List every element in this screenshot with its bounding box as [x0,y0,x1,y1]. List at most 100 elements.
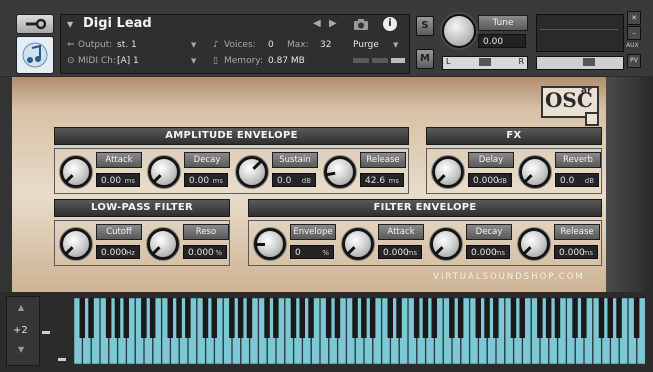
fenv-param-value[interactable]: 0% [290,245,334,259]
black-key[interactable] [431,298,438,338]
black-key[interactable] [361,298,367,338]
black-key[interactable] [387,298,394,338]
close-icon[interactable]: ✕ [627,11,641,25]
fx-param-value[interactable]: 0.0 dB [555,173,599,187]
black-key[interactable] [616,298,622,338]
aux-label[interactable]: AUX [626,42,639,49]
black-key[interactable] [114,298,121,338]
black-key[interactable] [264,298,270,338]
mod-wheel-marker[interactable] [58,358,66,361]
black-key[interactable] [299,298,306,338]
black-key[interactable] [510,298,517,338]
pv-button[interactable]: PV [627,54,641,68]
black-key[interactable] [475,298,482,338]
black-key[interactable] [581,298,587,338]
camera-icon[interactable] [353,18,369,31]
black-key[interactable] [185,298,191,338]
pan-handle[interactable] [479,58,491,66]
volume-slider[interactable] [536,56,624,70]
black-key[interactable] [519,298,526,338]
black-key[interactable] [149,298,156,338]
next-instrument-icon[interactable]: ▶ [329,18,337,29]
output-dropdown-icon[interactable]: ▼ [191,41,196,49]
black-key[interactable] [141,298,147,338]
midi-channel-value[interactable]: [A] 1 [117,56,139,66]
black-key[interactable] [290,298,297,338]
fx-reverb-knob[interactable] [519,156,551,188]
black-key[interactable] [105,298,112,338]
black-key[interactable] [369,298,376,338]
instrument-name[interactable]: Digi Lead [83,16,152,31]
black-key[interactable] [202,298,209,338]
fenv-release-knob[interactable] [518,228,550,260]
settings-wrench-button[interactable] [16,14,54,34]
black-key[interactable] [273,298,279,338]
amp-param-value[interactable]: 0.00 ms [96,173,140,187]
black-key[interactable] [308,298,314,338]
black-key[interactable] [545,298,552,338]
black-key[interactable] [484,298,490,338]
octave-up-icon[interactable]: ▲ [18,303,24,312]
max-voices-value[interactable]: 32 [320,40,331,50]
fx-param-value[interactable]: 0.000 dB [468,173,512,187]
amp-decay-knob[interactable] [148,156,180,188]
fx-delay-knob[interactable] [432,156,464,188]
output-value[interactable]: st. 1 [117,40,137,50]
tune-knob[interactable] [442,14,476,48]
amp-sustain-knob[interactable] [236,156,268,188]
tune-value[interactable]: 0.00 [478,34,526,48]
black-key[interactable] [88,298,94,338]
purge-dropdown-icon[interactable]: ▼ [393,41,398,49]
black-key[interactable] [554,298,561,338]
pitch-wheel-marker[interactable] [42,331,50,334]
black-key[interactable] [176,298,182,338]
fenv-param-value[interactable]: 0.000 ms [466,245,510,259]
black-key[interactable] [352,298,358,338]
amp-param-value[interactable]: 0.00 ms [184,173,228,187]
collapse-arrow-icon[interactable]: ▼ [67,20,73,29]
black-key[interactable] [537,298,543,338]
black-key[interactable] [633,298,640,338]
lpf-reso-knob[interactable] [147,228,179,260]
fenv-param-value[interactable]: 0.000 ms [378,245,422,259]
minimize-icon[interactable]: – [627,26,641,40]
black-key[interactable] [237,298,244,338]
black-key[interactable] [493,298,499,338]
black-key[interactable] [229,298,235,338]
midi-dropdown-icon[interactable]: ▼ [191,57,196,65]
amp-release-knob[interactable] [324,156,356,188]
solo-button[interactable]: S [416,16,434,36]
amp-attack-knob[interactable] [60,156,92,188]
black-key[interactable] [422,298,429,338]
mute-button[interactable]: M [416,49,434,69]
black-key[interactable] [79,298,86,338]
black-key[interactable] [167,298,174,338]
black-key[interactable] [325,298,332,338]
black-key[interactable] [123,298,130,338]
instrument-logo[interactable] [16,36,54,74]
fenv-envelope-knob[interactable] [254,228,286,260]
purge-button[interactable]: Purge [353,40,379,50]
prev-instrument-icon[interactable]: ◀ [313,18,321,29]
black-key[interactable] [413,298,420,338]
octave-down-icon[interactable]: ▼ [18,345,24,354]
black-key[interactable] [572,298,578,338]
website-url[interactable]: VIRTUALSOUNDSHOP.COM [433,272,585,282]
info-icon[interactable]: i [383,17,397,31]
black-key[interactable] [246,298,253,338]
pan-slider[interactable]: L R [442,56,528,70]
amp-param-value[interactable]: 0.0 dB [272,173,316,187]
lpf-param-value[interactable]: 0.000 Hz [96,245,140,259]
black-key[interactable] [449,298,455,338]
black-key[interactable] [211,298,218,338]
lpf-param-value[interactable]: 0.000% [183,245,227,259]
black-key[interactable] [457,298,464,338]
fenv-param-value[interactable]: 0.000 ms [554,245,598,259]
black-key[interactable] [598,298,605,338]
fenv-attack-knob[interactable] [342,228,374,260]
piano-keyboard[interactable] [74,298,646,364]
fenv-decay-knob[interactable] [430,228,462,260]
black-key[interactable] [334,298,341,338]
black-key[interactable] [607,298,614,338]
volume-handle[interactable] [583,58,595,66]
